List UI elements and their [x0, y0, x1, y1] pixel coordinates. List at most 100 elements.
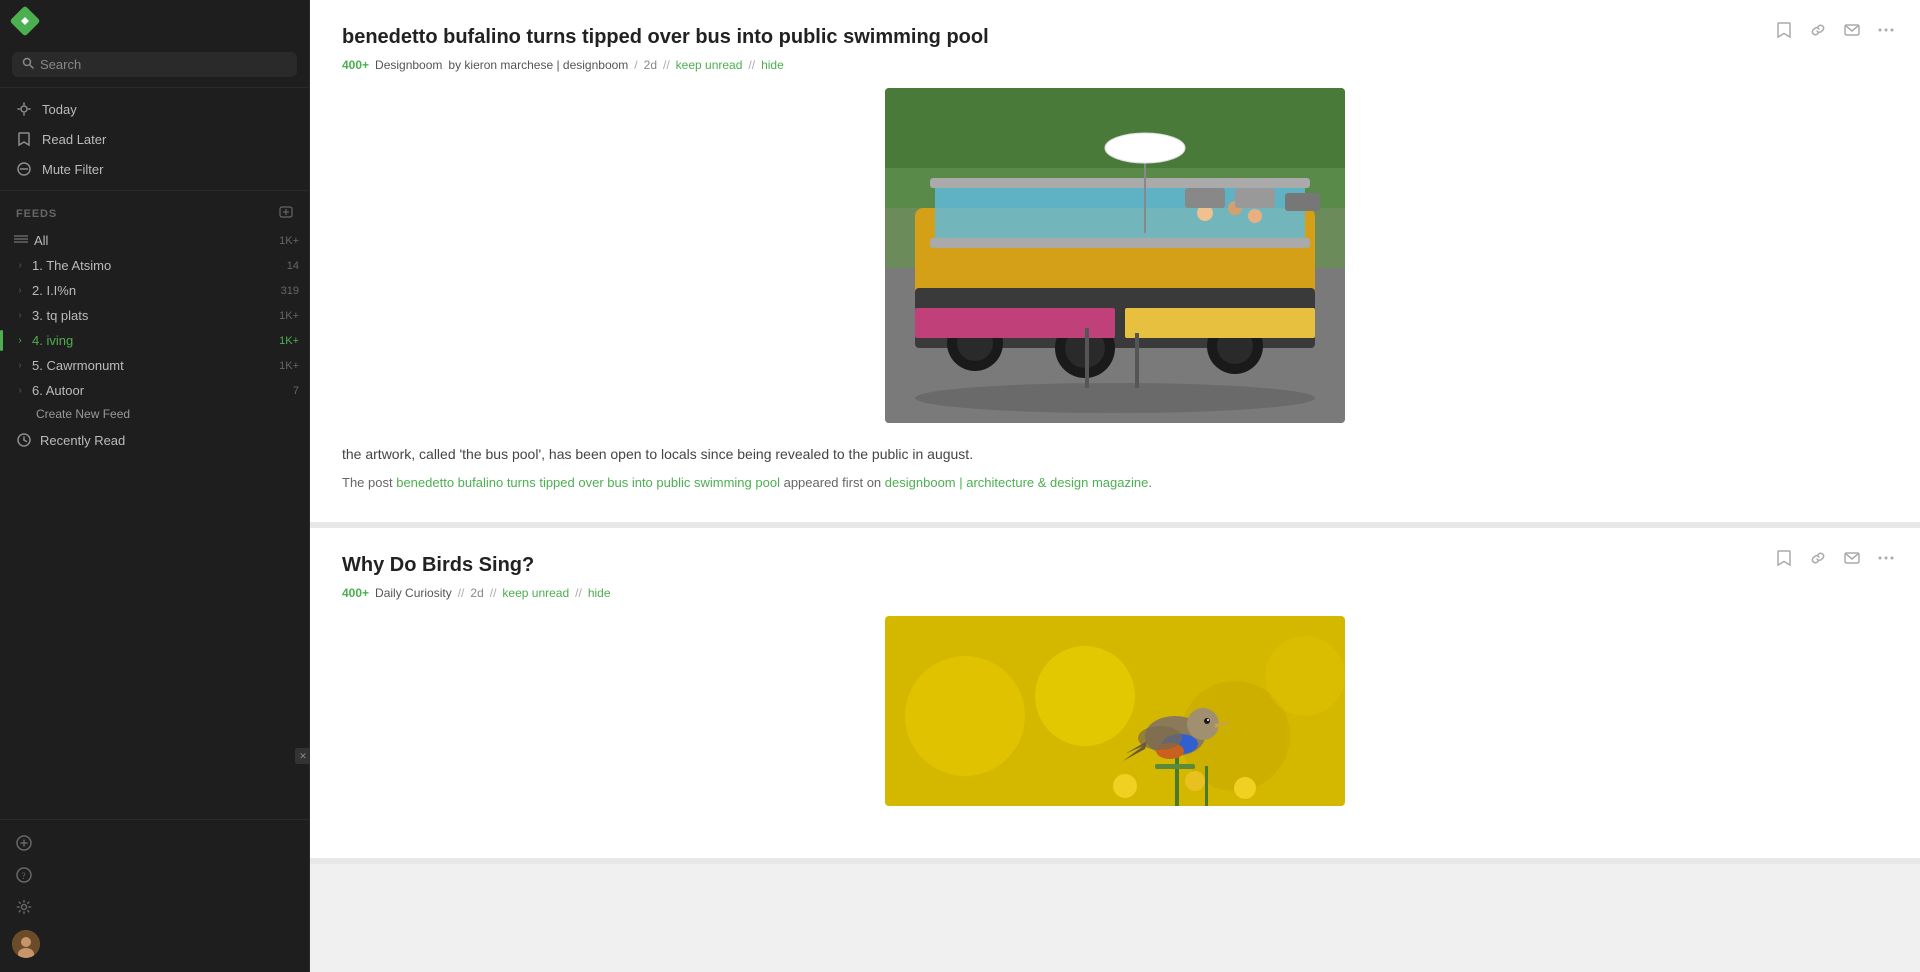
feed-item-4[interactable]: › 4. iving 1K+ [0, 328, 309, 353]
article-2-meta: 400+ Daily Curiosity // 2d // keep unrea… [342, 586, 1888, 600]
nav-today-label: Today [42, 102, 77, 117]
article-1-body: the artwork, called 'the bus pool', has … [342, 443, 1888, 465]
feeds-header: FEEDS [0, 201, 309, 228]
email-button-1[interactable] [1838, 16, 1866, 44]
nav-item-mute-filter[interactable]: Mute Filter [0, 154, 309, 184]
article-2-sep1: // [458, 586, 465, 600]
link-button-1[interactable] [1804, 16, 1832, 44]
article-1-footer-link1[interactable]: benedetto bufalino turns tipped over bus… [396, 475, 780, 490]
recently-read-label: Recently Read [40, 433, 125, 448]
help-button[interactable]: ? [0, 860, 309, 890]
clock-icon [16, 432, 32, 448]
feeds-label: FEEDS [16, 208, 57, 220]
article-1-author: by kieron marchese | designboom [448, 58, 628, 72]
user-avatar[interactable] [0, 924, 309, 964]
article-1-count: 400+ [342, 58, 369, 72]
search-input[interactable] [40, 57, 287, 72]
feed-3-label: 3. tq plats [32, 308, 273, 323]
settings-button[interactable] [0, 892, 309, 922]
logo-icon [9, 5, 40, 36]
article-1-footer-pre: The post [342, 475, 393, 490]
mute-icon [16, 161, 32, 177]
article-1-image-wrap [342, 88, 1888, 423]
article-1-footer: The post benedetto bufalino turns tipped… [342, 475, 1888, 490]
create-feed-label: Create New Feed [36, 407, 130, 421]
article-1-keep-unread[interactable]: keep unread [676, 58, 743, 72]
article-1-footer-link2[interactable]: designboom | architecture & design magaz… [885, 475, 1149, 490]
search-icon [22, 57, 34, 72]
article-1-meta: 400+ Designboom by kieron marchese | des… [342, 58, 1888, 72]
feed-6-label: 6. Autoor [32, 383, 287, 398]
sidebar-bottom: ? [0, 819, 309, 972]
article-2-time: 2d [470, 586, 483, 600]
chevron-right-icon-3: › [14, 310, 26, 321]
article-2-title: Why Do Birds Sing? [342, 552, 1888, 578]
article-2-image-wrap [342, 616, 1888, 806]
article-2-sep3: // [575, 586, 582, 600]
feed-6-count: 7 [293, 385, 299, 397]
feed-item-2[interactable]: › 2. I.I%n 319 [0, 278, 309, 303]
article-1-sep3: // [748, 58, 755, 72]
link-button-2[interactable] [1804, 544, 1832, 572]
close-sidebar-button[interactable]: ✕ [295, 748, 311, 764]
feed-2-count: 319 [281, 285, 299, 297]
logo-item[interactable] [0, 0, 309, 42]
article-1-sep1: / [634, 58, 637, 72]
article-1-hide[interactable]: hide [761, 58, 784, 72]
chevron-right-icon-1: › [14, 260, 26, 271]
bookmark-icon [16, 131, 32, 147]
article-2-count: 400+ [342, 586, 369, 600]
nav-item-today[interactable]: Today [0, 94, 309, 124]
article-1-source: Designboom [375, 58, 442, 72]
feed-4-label: 4. iving [32, 333, 273, 348]
recently-read[interactable]: Recently Read [0, 425, 309, 455]
feed-item-5[interactable]: › 5. Cawrmonumt 1K+ [0, 353, 309, 378]
search-input-wrap [12, 52, 297, 77]
chevron-right-icon-4: › [14, 335, 26, 346]
article-1-sep2: // [663, 58, 670, 72]
feed-5-count: 1K+ [279, 360, 299, 372]
main-content: benedetto bufalino turns tipped over bus… [310, 0, 1920, 972]
article-card-1: benedetto bufalino turns tipped over bus… [310, 0, 1920, 528]
chevron-right-icon-5: › [14, 360, 26, 371]
feed-2-label: 2. I.I%n [32, 283, 275, 298]
article-2-hide[interactable]: hide [588, 586, 611, 600]
add-feed-button[interactable] [0, 828, 309, 858]
svg-text:?: ? [22, 871, 26, 881]
feed-item-all[interactable]: All 1K+ [0, 228, 309, 253]
article-2-actions [1770, 544, 1900, 572]
email-button-2[interactable] [1838, 544, 1866, 572]
article-1-title: benedetto bufalino turns tipped over bus… [342, 24, 1888, 50]
feed-all-label: All [34, 233, 273, 248]
feed-lines-icon [14, 234, 28, 247]
feed-item-3[interactable]: › 3. tq plats 1K+ [0, 303, 309, 328]
sidebar-nav: Today Read Later Mute Filter [0, 88, 309, 191]
article-2-sep2: // [490, 586, 497, 600]
more-button-1[interactable] [1872, 16, 1900, 44]
article-1-actions [1770, 16, 1900, 44]
chevron-right-icon-2: › [14, 285, 26, 296]
feed-1-label: 1. The Atsimo [32, 258, 281, 273]
feed-item-1[interactable]: › 1. The Atsimo 14 [0, 253, 309, 278]
feeds-add-icon[interactable] [279, 205, 293, 222]
search-bar [0, 42, 309, 88]
avatar-image [12, 930, 40, 958]
create-new-feed[interactable]: Create New Feed [0, 403, 309, 425]
chevron-right-icon-6: › [14, 385, 26, 396]
article-2-image [885, 616, 1345, 806]
article-1-image [885, 88, 1345, 423]
feed-item-6[interactable]: › 6. Autoor 7 [0, 378, 309, 403]
article-card-2: Why Do Birds Sing? 400+ Daily Curiosity … [310, 528, 1920, 864]
sun-icon [16, 101, 32, 117]
save-button-2[interactable] [1770, 544, 1798, 572]
article-2-keep-unread[interactable]: keep unread [502, 586, 569, 600]
bottom-icon-row: ? [0, 828, 309, 964]
feed-3-count: 1K+ [279, 310, 299, 322]
nav-read-later-label: Read Later [42, 132, 106, 147]
feed-5-label: 5. Cawrmonumt [32, 358, 273, 373]
article-1-footer-end: . [1148, 475, 1152, 490]
nav-item-read-later[interactable]: Read Later [0, 124, 309, 154]
more-button-2[interactable] [1872, 544, 1900, 572]
sidebar-wrapper: Today Read Later Mute Filter [0, 0, 310, 972]
save-button-1[interactable] [1770, 16, 1798, 44]
